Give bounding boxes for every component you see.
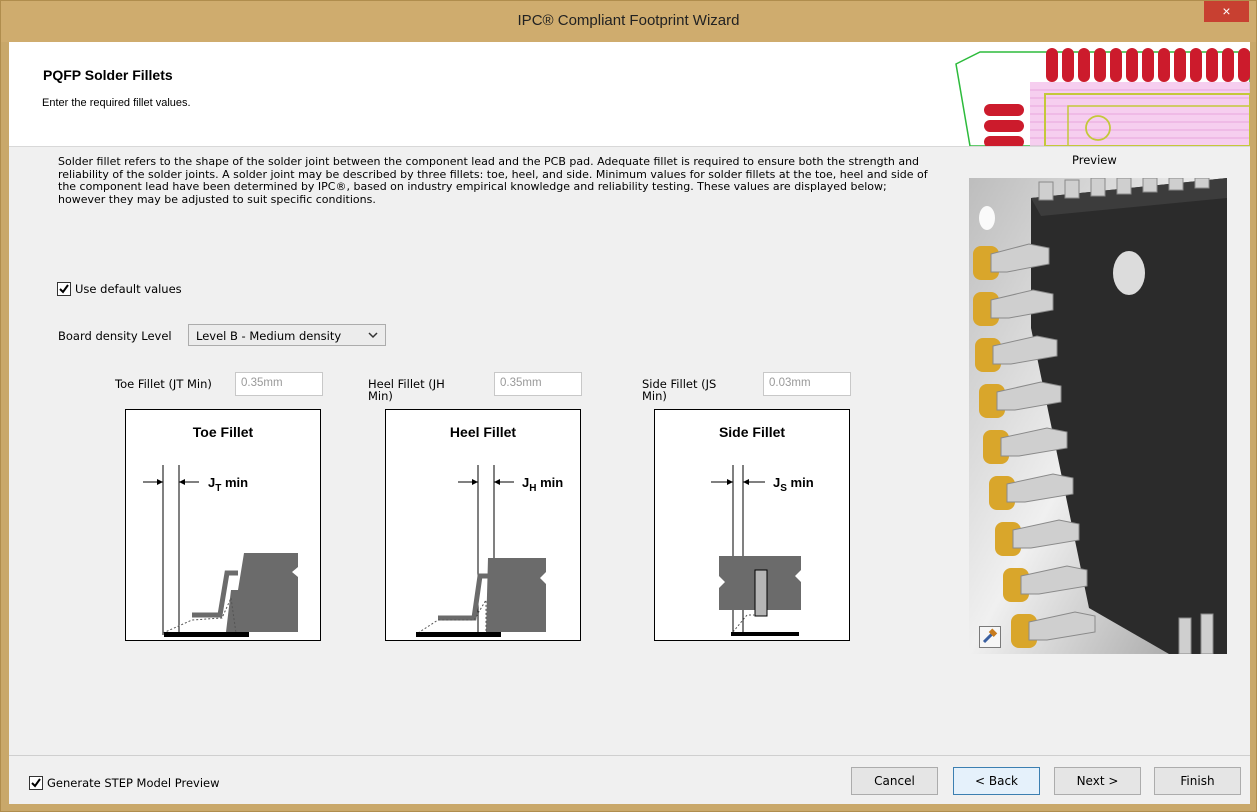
step-preview-label: Generate STEP Model Preview [47,776,220,790]
side-fillet-diagram: Side Fillet JS min [654,409,850,641]
heel-symbol-suffix: min [536,475,563,490]
heel-symbol: J [522,475,529,490]
svg-text:JT min: JT min [208,475,248,494]
preview-label: Preview [1072,153,1117,167]
next-button[interactable]: Next > [1054,767,1141,795]
window-title: IPC® Compliant Footprint Wizard [517,12,740,29]
toe-fillet-label: Toe Fillet (JT Min) [115,377,212,391]
side-symbol: J [773,475,780,490]
side-symbol-suffix: min [787,475,814,490]
density-label: Board density Level [58,329,172,343]
toe-fillet-diagram: Toe Fillet JT min [125,409,321,641]
use-default-checkbox[interactable] [57,282,71,296]
footprint-banner-image [950,42,1250,146]
side-fillet-input[interactable]: 0.03mm [763,372,851,396]
heel-fillet-diagram: Heel Fillet JH min [385,409,581,641]
title-bar: IPC® Compliant Footprint Wizard × [1,1,1256,42]
toe-fillet-input[interactable]: 0.35mm [235,372,323,396]
heel-symbol-sub: H [529,483,536,494]
page-title: PQFP Solder Fillets [43,67,173,83]
heel-fillet-input[interactable]: 0.35mm [494,372,582,396]
chevron-down-icon [368,332,378,339]
fillet-description: Solder fillet refers to the shape of the… [58,155,928,206]
svg-text:JH min: JH min [522,475,563,494]
preview-tool-button[interactable] [979,626,1001,648]
toe-symbol-suffix: min [221,475,248,490]
svg-text:JS min: JS min [773,475,814,494]
heel-diagram-title: Heel Fillet [450,424,516,440]
wizard-header: PQFP Solder Fillets Enter the required f… [9,42,1250,147]
density-value: Level B - Medium density [196,329,342,343]
step-preview-checkbox[interactable] [29,776,43,790]
close-button[interactable]: × [1204,1,1249,22]
wizard-client: PQFP Solder Fillets Enter the required f… [9,42,1250,804]
density-select[interactable]: Level B - Medium density [188,324,386,346]
cancel-button[interactable]: Cancel [851,767,938,795]
check-icon [59,284,69,294]
hammer-icon [982,628,998,644]
page-subtitle: Enter the required fillet values. [42,97,191,109]
finish-button[interactable]: Finish [1154,767,1241,795]
footer-divider [9,755,1250,756]
step-model-preview[interactable] [969,178,1227,654]
toe-symbol: J [208,475,215,490]
side-diagram-title: Side Fillet [719,424,785,440]
heel-fillet-label: Heel Fillet (JH Min) [368,377,445,403]
use-default-label: Use default values [75,282,182,296]
side-fillet-label: Side Fillet (JS Min) [642,377,717,403]
wizard-window: IPC® Compliant Footprint Wizard × PQFP S… [0,0,1257,812]
toe-diagram-title: Toe Fillet [193,424,254,440]
check-icon [31,778,41,788]
back-button[interactable]: < Back [953,767,1040,795]
chip-3d-render [969,178,1227,654]
